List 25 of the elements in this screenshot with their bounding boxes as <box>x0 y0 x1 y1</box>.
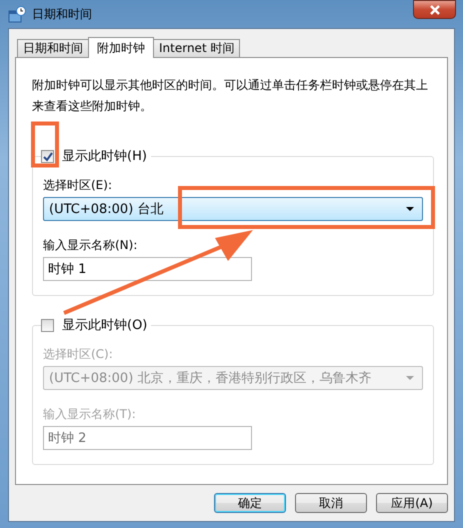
dialog-button[interactable]: 应用(A) <box>376 493 448 513</box>
field-label: 选择时区(E): <box>43 177 112 194</box>
field-label: 选择时区(C): <box>43 346 113 363</box>
field-label: 输入显示名称(N): <box>43 237 138 254</box>
tab[interactable]: Internet 时间 <box>153 39 240 57</box>
dialog-button[interactable]: 确定 <box>214 493 286 513</box>
checkbox[interactable] <box>41 318 54 332</box>
checkbox[interactable] <box>41 150 54 162</box>
caret-icon <box>406 376 414 380</box>
annotation-box <box>31 122 59 168</box>
dialog-button[interactable]: 取消 <box>295 493 367 513</box>
field-label: 输入显示名称(T): <box>43 406 136 423</box>
name-input-field[interactable]: 时钟 1 <box>43 257 252 281</box>
checkbox-label[interactable]: 显示此时钟(H) <box>62 147 147 165</box>
description-text: 附加时钟可以显示其他时区的时间。可以通过单击任务栏时钟或悬停在其上来查看这些附加时钟。 <box>32 77 429 115</box>
close-button[interactable] <box>413 0 456 19</box>
window-title: 日期和时间 <box>32 6 93 22</box>
calendar-clock-icon <box>8 6 26 22</box>
checkmark-icon <box>42 150 53 162</box>
timezone-dropdown[interactable]: (UTC+08:00) 台北 <box>43 197 423 221</box>
checkbox-label[interactable]: 显示此时钟(O) <box>62 316 148 334</box>
tab[interactable]: 附加时钟 <box>88 37 154 58</box>
caret-icon <box>406 207 414 211</box>
tab[interactable]: 日期和时间 <box>17 39 89 57</box>
close-icon <box>428 4 440 16</box>
